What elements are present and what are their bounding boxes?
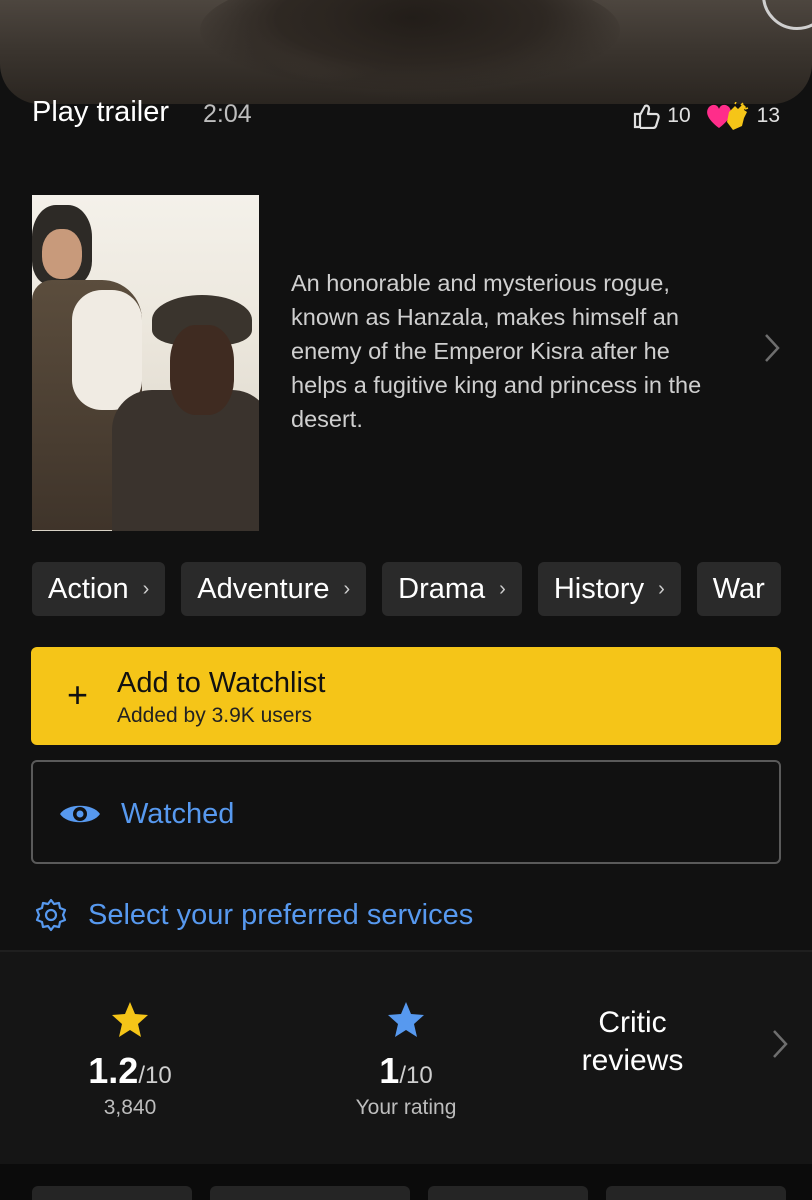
chevron-right-icon: › [658,577,665,600]
genre-chip-adventure[interactable]: Adventure › [181,562,367,616]
imdb-rating[interactable]: 1.2/10 3,840 [60,1000,200,1120]
love-count: 13 [756,104,780,127]
critic-reviews-link[interactable]: Critic reviews [560,1004,705,1080]
your-rating-label: Your rating [355,1096,457,1119]
genre-chip-label: Action [48,572,129,605]
watched-button-label: Watched [121,798,235,830]
add-to-watchlist-button[interactable]: + Add to Watchlist Added by 3.9K users [31,647,781,745]
watchlist-button-label: Add to Watchlist [117,667,326,699]
genre-chip-label: War [712,572,765,605]
next-section-chip [210,1186,410,1200]
poster-figure-woman-sleeve [72,290,142,410]
play-trailer-link[interactable]: Play trailer [32,96,169,129]
star-icon [388,1002,424,1037]
trailer-thumbnail[interactable] [0,0,812,104]
genre-chip-label: Adventure [197,572,330,605]
rating-out-of: /10 [399,1062,433,1089]
genre-chip-action[interactable]: Action › [32,562,166,616]
poster-figure-man-face [170,325,234,415]
preferred-services-link[interactable]: Select your preferred services [34,898,473,932]
your-rating[interactable]: 1/10 Your rating [326,1000,486,1120]
your-rating-value: 1/10 [379,1050,433,1091]
heart-clap-icon[interactable] [705,102,751,130]
chevron-right-icon[interactable] [762,332,782,364]
trailer-image-detail [200,0,620,90]
watchlist-added-count: Added by 3.9K users [117,704,312,727]
preferred-services-label: Select your preferred services [88,898,474,931]
rating-out-of: /10 [138,1062,172,1089]
star-icon [112,1002,148,1037]
genre-chips: Action › Adventure › Drama › History › W… [32,562,781,616]
trailer-duration: 2:04 [203,100,252,128]
like-count: 10 [667,104,691,127]
trailer-row: Play trailer 2:04 10 13 [32,96,780,132]
reactions: 10 13 [633,102,780,130]
next-section-edge [0,1164,812,1200]
chevron-right-icon: › [142,577,150,600]
next-section-chip [428,1186,588,1200]
poster-figure-woman-face [42,229,82,279]
chevron-right-icon: › [499,577,506,600]
next-section-chip [606,1186,786,1200]
chevron-right-icon: › [343,577,351,600]
plot-description[interactable]: An honorable and mysterious rogue, known… [291,266,731,436]
poster-image[interactable] [32,195,259,531]
gear-icon [35,898,67,932]
chevron-right-icon[interactable] [770,1028,790,1060]
imdb-rating-value: 1.2/10 [88,1050,172,1091]
eye-icon [60,805,100,823]
plus-icon: + [67,674,89,715]
imdb-rating-count: 3,840 [103,1096,157,1119]
trailer-overlay-icon [762,0,812,30]
genre-chip-label: History [553,572,645,605]
genre-chip-history[interactable]: History › [537,562,681,616]
genre-chip-drama[interactable]: Drama › [382,562,522,616]
genre-chip-war[interactable]: War [696,562,781,616]
watched-button[interactable]: Watched [31,760,781,864]
genre-chip-label: Drama [398,572,486,605]
thumbs-up-icon[interactable] [633,103,661,129]
next-section-chip [32,1186,192,1200]
